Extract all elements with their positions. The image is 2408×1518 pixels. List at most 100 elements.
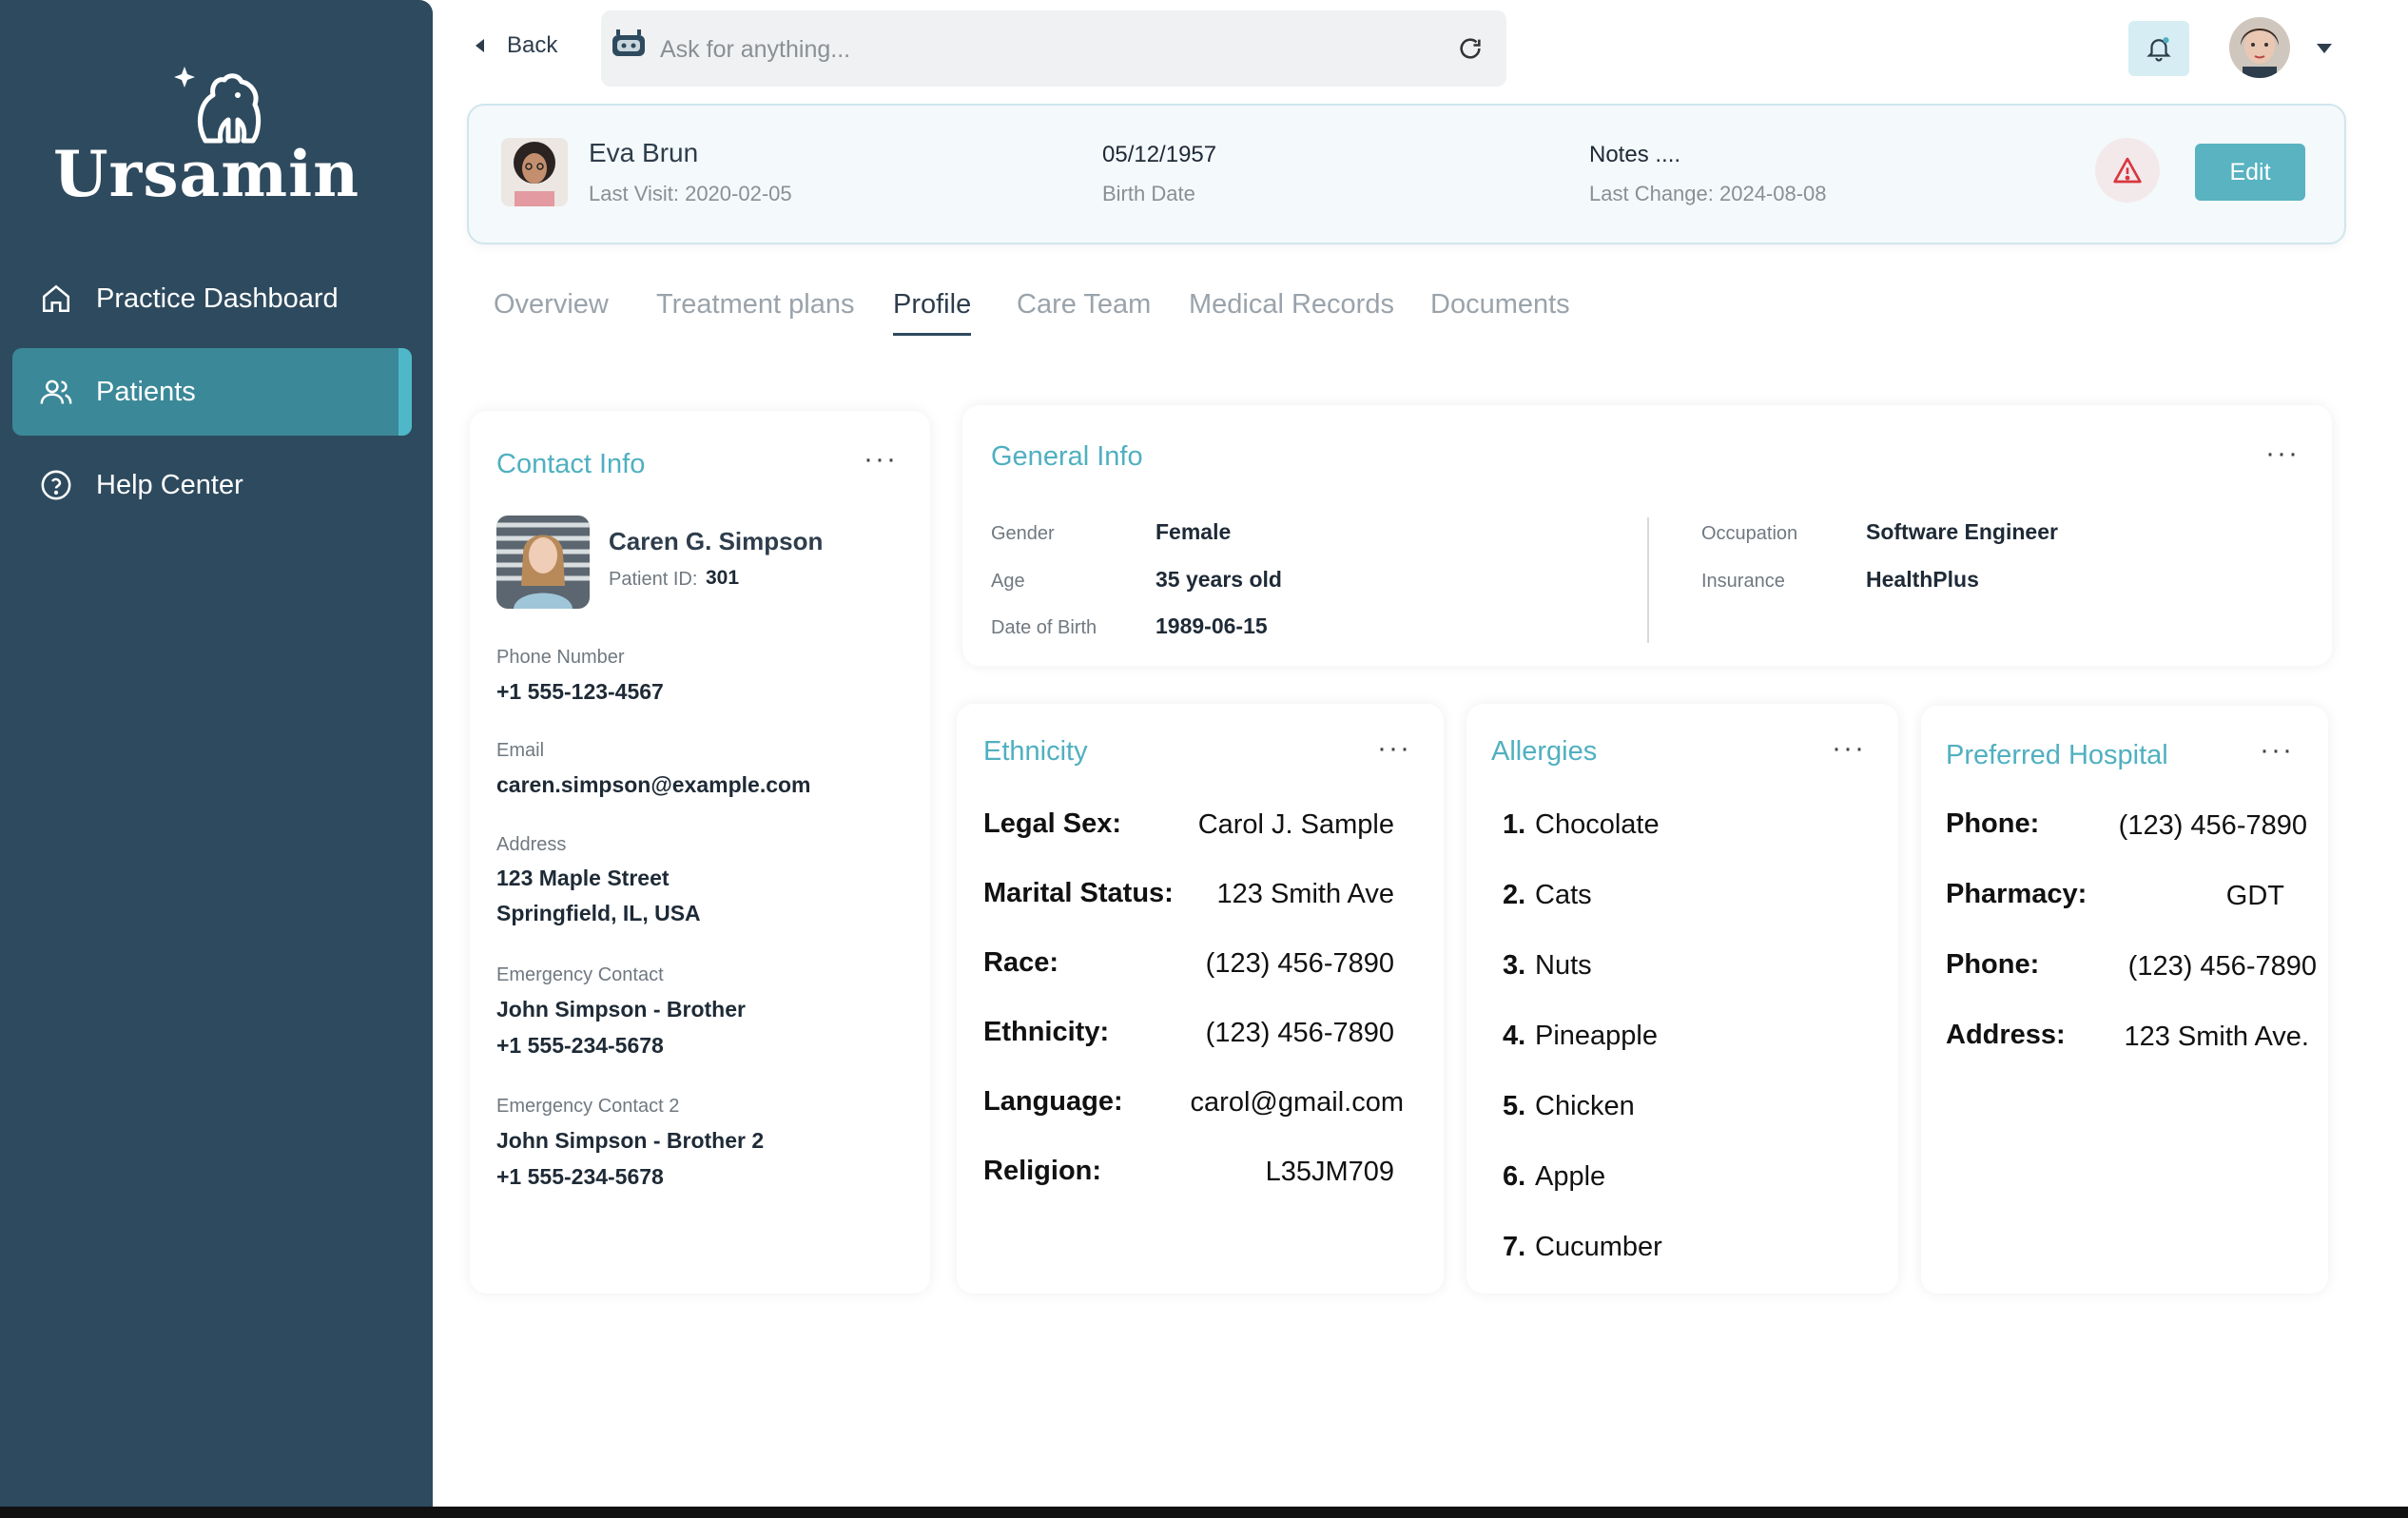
hospital-address-value: 123 Smith Ave.	[2124, 1022, 2309, 1052]
emergency-contact-2-label: Emergency Contact 2	[496, 1096, 680, 1117]
list-item: 2. Cats	[1503, 880, 1592, 910]
card-title: Contact Info	[496, 449, 646, 479]
age-label: Age	[991, 571, 1025, 592]
hospital-phone-label: Phone:	[1946, 808, 2040, 839]
pharmacy-value: GDT	[2225, 881, 2284, 911]
list-item: 5. Chicken	[1503, 1091, 1635, 1121]
hospital-address-label: Address:	[1946, 1020, 2066, 1050]
general-info-card: General Info ··· Gender Female Age 35 ye…	[962, 405, 2332, 666]
patient-id: 301	[706, 567, 740, 589]
active-indicator	[398, 348, 412, 436]
contact-avatar	[496, 516, 590, 609]
birth-date-label: Birth Date	[1102, 182, 1195, 205]
patient-last-visit: Last Visit: 2020-02-05	[589, 182, 792, 205]
tab-overview[interactable]: Overview	[494, 289, 609, 321]
user-avatar[interactable]	[2229, 17, 2290, 78]
bell-icon	[2146, 37, 2171, 62]
back-button[interactable]: Back	[476, 32, 557, 59]
assistant-search-bar	[601, 10, 1506, 87]
hospital-phone-2-value: (123) 456-7890	[2127, 951, 2317, 982]
occupation-label: Occupation	[1701, 523, 1798, 544]
tab-medical-records[interactable]: Medical Records	[1189, 289, 1394, 321]
religion-label: Religion:	[983, 1156, 1102, 1186]
hospital-phone-2-label: Phone:	[1946, 949, 2040, 980]
brand-name: Ursamin	[53, 137, 360, 211]
account-menu-chevron-down-icon[interactable]	[2317, 44, 2332, 53]
tab-profile[interactable]: Profile	[893, 289, 972, 336]
notifications-button[interactable]	[2128, 21, 2189, 76]
alert-button[interactable]	[2095, 138, 2160, 203]
more-options-icon[interactable]: ···	[2260, 736, 2294, 765]
gender-label: Gender	[991, 523, 1055, 544]
more-options-icon[interactable]: ···	[864, 445, 898, 474]
bear-logo-icon	[174, 67, 262, 144]
preferred-hospital-card: Preferred Hospital ··· Phone: (123) 456-…	[1921, 706, 2328, 1294]
email-label: Email	[496, 740, 545, 761]
robot-icon	[609, 24, 649, 68]
marital-status-label: Marital Status:	[983, 878, 1174, 908]
list-item: 1. Chocolate	[1503, 809, 1660, 840]
emergency-contact-phone: +1 555-234-5678	[496, 1033, 664, 1058]
religion-value: L35JM709	[1265, 1157, 1394, 1187]
tab-care-team[interactable]: Care Team	[1017, 289, 1151, 321]
email-value: caren.simpson@example.com	[496, 772, 811, 797]
tab-documents[interactable]: Documents	[1430, 289, 1570, 321]
occupation-value: Software Engineer	[1866, 519, 2058, 544]
divider	[1647, 517, 1649, 643]
more-options-icon[interactable]: ···	[1377, 734, 1411, 763]
phone-value: +1 555-123-4567	[496, 679, 664, 704]
emergency-contact-2-phone: +1 555-234-5678	[496, 1164, 664, 1189]
card-title: General Info	[991, 441, 1143, 472]
language-label: Language:	[983, 1086, 1123, 1117]
emergency-contact-2-name: John Simpson - Brother 2	[496, 1128, 765, 1153]
tab-treatment-plans[interactable]: Treatment plans	[656, 289, 854, 321]
list-item: 6. Apple	[1503, 1161, 1606, 1192]
sidebar-item-patients[interactable]: Patients	[12, 348, 412, 436]
sidebar-item-label: Help Center	[96, 469, 243, 500]
users-icon	[37, 373, 75, 411]
search-input[interactable]	[658, 28, 1442, 71]
back-arrow-icon	[476, 39, 484, 52]
patient-birth-date: 05/12/1957	[1102, 142, 1217, 167]
legal-sex-value: Carol J. Sample	[1197, 809, 1394, 840]
sidebar-item-help-center[interactable]: Help Center	[12, 441, 412, 529]
sidebar-item-practice-dashboard[interactable]: Practice Dashboard	[12, 255, 412, 342]
patient-last-change: Last Change: 2024-08-08	[1589, 182, 1827, 205]
ethnicity-label: Ethnicity:	[983, 1017, 1110, 1047]
dob-value: 1989-06-15	[1155, 613, 1268, 638]
dob-label: Date of Birth	[991, 617, 1097, 638]
card-title: Preferred Hospital	[1946, 740, 2168, 770]
more-options-icon[interactable]: ···	[2265, 439, 2300, 468]
card-title: Allergies	[1491, 736, 1598, 767]
patient-notes: Notes ....	[1589, 142, 1681, 167]
pharmacy-label: Pharmacy:	[1946, 879, 2088, 909]
patient-name: Eva Brun	[589, 138, 699, 167]
sidebar: Ursamin Practice Dashboard Patients Help…	[0, 0, 433, 1507]
marital-status-value: 123 Smith Ave	[1216, 879, 1394, 909]
legal-sex-label: Legal Sex:	[983, 808, 1122, 839]
patient-avatar	[501, 138, 568, 206]
sidebar-item-label: Practice Dashboard	[96, 282, 339, 314]
warning-triangle-icon	[2113, 157, 2142, 184]
brand-logo[interactable]: Ursamin	[53, 57, 377, 219]
insurance-value: HealthPlus	[1866, 567, 1979, 592]
edit-button[interactable]: Edit	[2195, 144, 2305, 201]
address-label: Address	[496, 834, 567, 855]
ethnicity-value: (123) 456-7890	[1205, 1018, 1394, 1048]
contact-name: Caren G. Simpson	[609, 527, 824, 555]
address-line2: Springfield, IL, USA	[496, 901, 701, 925]
list-item: 3. Nuts	[1503, 950, 1592, 981]
more-options-icon[interactable]: ···	[1832, 734, 1866, 763]
emergency-contact-name: John Simpson - Brother	[496, 997, 746, 1022]
refresh-icon[interactable]	[1457, 35, 1484, 67]
race-label: Race:	[983, 947, 1058, 978]
ethnicity-card: Ethnicity ··· Legal Sex: Carol J. Sample…	[957, 704, 1444, 1294]
emergency-contact-label: Emergency Contact	[496, 964, 664, 985]
phone-label: Phone Number	[496, 647, 625, 668]
card-title: Ethnicity	[983, 736, 1088, 767]
back-label: Back	[507, 32, 558, 58]
address-line1: 123 Maple Street	[496, 866, 670, 890]
patient-id-label: Patient ID:	[609, 569, 698, 590]
list-item: 7. Cucumber	[1503, 1232, 1662, 1262]
age-value: 35 years old	[1155, 567, 1282, 592]
